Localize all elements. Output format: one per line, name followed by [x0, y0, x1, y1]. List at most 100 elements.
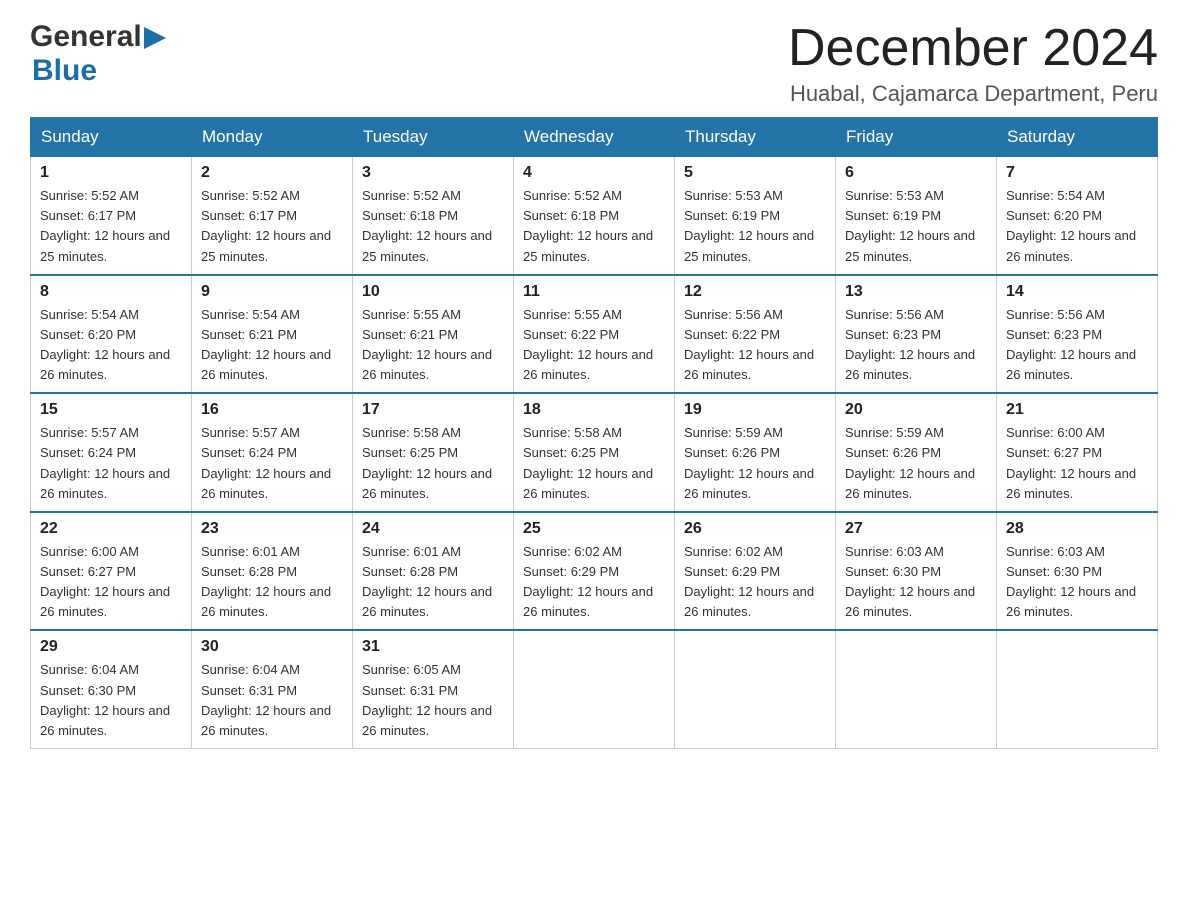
day-number: 10 [362, 283, 504, 301]
calendar-week-row: 8 Sunrise: 5:54 AMSunset: 6:20 PMDaylight… [31, 275, 1158, 394]
day-info: Sunrise: 6:04 AMSunset: 6:30 PMDaylight:… [40, 660, 182, 741]
day-info: Sunrise: 5:58 AMSunset: 6:25 PMDaylight:… [523, 423, 665, 504]
day-info: Sunrise: 6:02 AMSunset: 6:29 PMDaylight:… [684, 542, 826, 623]
day-info: Sunrise: 5:53 AMSunset: 6:19 PMDaylight:… [845, 186, 987, 267]
weekday-header-friday: Friday [836, 118, 997, 156]
weekday-header-monday: Monday [192, 118, 353, 156]
calendar-cell: 25 Sunrise: 6:02 AMSunset: 6:29 PMDayligh… [514, 512, 675, 631]
location-title: Huabal, Cajamarca Department, Peru [788, 81, 1158, 107]
day-number: 2 [201, 164, 343, 182]
calendar-cell: 28Sunrise: 6:03 AMSunset: 6:30 PMDayligh… [997, 512, 1158, 631]
title-block: December 2024 Huabal, Cajamarca Departme… [788, 20, 1158, 107]
calendar-cell: 9 Sunrise: 5:54 AMSunset: 6:21 PMDaylight… [192, 275, 353, 394]
day-info: Sunrise: 6:05 AMSunset: 6:31 PMDaylight:… [362, 660, 504, 741]
calendar-cell: 4 Sunrise: 5:52 AMSunset: 6:18 PMDaylight… [514, 156, 675, 275]
day-number: 17 [362, 401, 504, 419]
calendar-cell: 20Sunrise: 5:59 AMSunset: 6:26 PMDayligh… [836, 393, 997, 512]
calendar-cell: 14Sunrise: 5:56 AMSunset: 6:23 PMDayligh… [997, 275, 1158, 394]
day-info: Sunrise: 5:55 AMSunset: 6:21 PMDaylight:… [362, 305, 504, 386]
day-number: 27 [845, 520, 987, 538]
calendar-cell: 1Sunrise: 5:52 AMSunset: 6:17 PMDaylight… [31, 156, 192, 275]
calendar-cell: 16Sunrise: 5:57 AMSunset: 6:24 PMDayligh… [192, 393, 353, 512]
day-number: 19 [684, 401, 826, 419]
calendar-cell: 23Sunrise: 6:01 AMSunset: 6:28 PMDayligh… [192, 512, 353, 631]
calendar-cell: 19 Sunrise: 5:59 AMSunset: 6:26 PMDayligh… [675, 393, 836, 512]
day-number: 21 [1006, 401, 1148, 419]
day-number: 6 [845, 164, 987, 182]
calendar-week-row: 29 Sunrise: 6:04 AMSunset: 6:30 PMDayligh… [31, 630, 1158, 748]
day-number: 18 [523, 401, 665, 419]
day-number: 31 [362, 638, 504, 656]
day-number: 9 [201, 283, 343, 301]
calendar-week-row: 15 Sunrise: 5:57 AMSunset: 6:24 PMDayligh… [31, 393, 1158, 512]
calendar-cell: 12 Sunrise: 5:56 AMSunset: 6:22 PMDayligh… [675, 275, 836, 394]
day-info: Sunrise: 5:56 AMSunset: 6:22 PMDaylight:… [684, 305, 826, 386]
day-number: 8 [40, 283, 182, 301]
day-info: Sunrise: 5:54 AMSunset: 6:20 PMDaylight:… [40, 305, 182, 386]
logo-blue-text: Blue [32, 54, 97, 88]
calendar-cell: 13 Sunrise: 5:56 AMSunset: 6:23 PMDayligh… [836, 275, 997, 394]
day-number: 22 [40, 520, 182, 538]
day-info: Sunrise: 6:02 AMSunset: 6:29 PMDaylight:… [523, 542, 665, 623]
weekday-header-tuesday: Tuesday [353, 118, 514, 156]
calendar-cell: 3Sunrise: 5:52 AMSunset: 6:18 PMDaylight… [353, 156, 514, 275]
weekday-header-saturday: Saturday [997, 118, 1158, 156]
weekday-header-row: SundayMondayTuesdayWednesdayThursdayFrid… [31, 118, 1158, 156]
day-number: 5 [684, 164, 826, 182]
calendar-cell: 17 Sunrise: 5:58 AMSunset: 6:25 PMDayligh… [353, 393, 514, 512]
day-number: 28 [1006, 520, 1148, 538]
day-info: Sunrise: 6:00 AMSunset: 6:27 PMDaylight:… [1006, 423, 1148, 504]
day-number: 29 [40, 638, 182, 656]
calendar-week-row: 1Sunrise: 5:52 AMSunset: 6:17 PMDaylight… [31, 156, 1158, 275]
day-info: Sunrise: 6:01 AMSunset: 6:28 PMDaylight:… [362, 542, 504, 623]
calendar-cell [675, 630, 836, 748]
day-number: 12 [684, 283, 826, 301]
day-number: 30 [201, 638, 343, 656]
day-number: 11 [523, 283, 665, 301]
calendar-cell: 15Sunrise: 5:57 AMSunset: 6:24 PMDayligh… [31, 393, 192, 512]
calendar-cell: 8 Sunrise: 5:54 AMSunset: 6:20 PMDaylight… [31, 275, 192, 394]
logo-triangle-icon [144, 27, 166, 49]
calendar-cell: 2 Sunrise: 5:52 AMSunset: 6:17 PMDaylight… [192, 156, 353, 275]
calendar-cell: 31 Sunrise: 6:05 AMSunset: 6:31 PMDayligh… [353, 630, 514, 748]
logo-general-text: General [30, 20, 142, 54]
day-info: Sunrise: 5:52 AMSunset: 6:17 PMDaylight:… [201, 186, 343, 267]
day-info: Sunrise: 5:59 AMSunset: 6:26 PMDaylight:… [684, 423, 826, 504]
calendar-cell: 7 Sunrise: 5:54 AMSunset: 6:20 PMDaylight… [997, 156, 1158, 275]
day-number: 7 [1006, 164, 1148, 182]
calendar-cell: 27 Sunrise: 6:03 AMSunset: 6:30 PMDayligh… [836, 512, 997, 631]
calendar-cell: 26 Sunrise: 6:02 AMSunset: 6:29 PMDayligh… [675, 512, 836, 631]
day-info: Sunrise: 5:55 AMSunset: 6:22 PMDaylight:… [523, 305, 665, 386]
day-number: 13 [845, 283, 987, 301]
day-info: Sunrise: 5:57 AMSunset: 6:24 PMDaylight:… [201, 423, 343, 504]
calendar-cell [997, 630, 1158, 748]
day-info: Sunrise: 5:58 AMSunset: 6:25 PMDaylight:… [362, 423, 504, 504]
calendar-table: SundayMondayTuesdayWednesdayThursdayFrid… [30, 117, 1158, 749]
day-number: 24 [362, 520, 504, 538]
day-info: Sunrise: 6:03 AMSunset: 6:30 PMDaylight:… [845, 542, 987, 623]
day-number: 26 [684, 520, 826, 538]
day-number: 23 [201, 520, 343, 538]
calendar-cell: 11 Sunrise: 5:55 AMSunset: 6:22 PMDayligh… [514, 275, 675, 394]
day-number: 4 [523, 164, 665, 182]
month-title: December 2024 [788, 20, 1158, 77]
day-info: Sunrise: 5:56 AMSunset: 6:23 PMDaylight:… [1006, 305, 1148, 386]
calendar-cell [514, 630, 675, 748]
calendar-cell: 22 Sunrise: 6:00 AMSunset: 6:27 PMDayligh… [31, 512, 192, 631]
day-info: Sunrise: 6:00 AMSunset: 6:27 PMDaylight:… [40, 542, 182, 623]
day-info: Sunrise: 5:54 AMSunset: 6:21 PMDaylight:… [201, 305, 343, 386]
day-info: Sunrise: 5:52 AMSunset: 6:18 PMDaylight:… [362, 186, 504, 267]
calendar-cell: 6 Sunrise: 5:53 AMSunset: 6:19 PMDaylight… [836, 156, 997, 275]
day-info: Sunrise: 5:54 AMSunset: 6:20 PMDaylight:… [1006, 186, 1148, 267]
calendar-cell: 30 Sunrise: 6:04 AMSunset: 6:31 PMDayligh… [192, 630, 353, 748]
day-info: Sunrise: 6:04 AMSunset: 6:31 PMDaylight:… [201, 660, 343, 741]
calendar-cell: 18 Sunrise: 5:58 AMSunset: 6:25 PMDayligh… [514, 393, 675, 512]
day-number: 25 [523, 520, 665, 538]
day-info: Sunrise: 5:52 AMSunset: 6:18 PMDaylight:… [523, 186, 665, 267]
calendar-cell: 29 Sunrise: 6:04 AMSunset: 6:30 PMDayligh… [31, 630, 192, 748]
calendar-cell: 21 Sunrise: 6:00 AMSunset: 6:27 PMDayligh… [997, 393, 1158, 512]
calendar-week-row: 22 Sunrise: 6:00 AMSunset: 6:27 PMDayligh… [31, 512, 1158, 631]
day-number: 15 [40, 401, 182, 419]
logo: General Blue [30, 20, 166, 88]
day-info: Sunrise: 5:56 AMSunset: 6:23 PMDaylight:… [845, 305, 987, 386]
